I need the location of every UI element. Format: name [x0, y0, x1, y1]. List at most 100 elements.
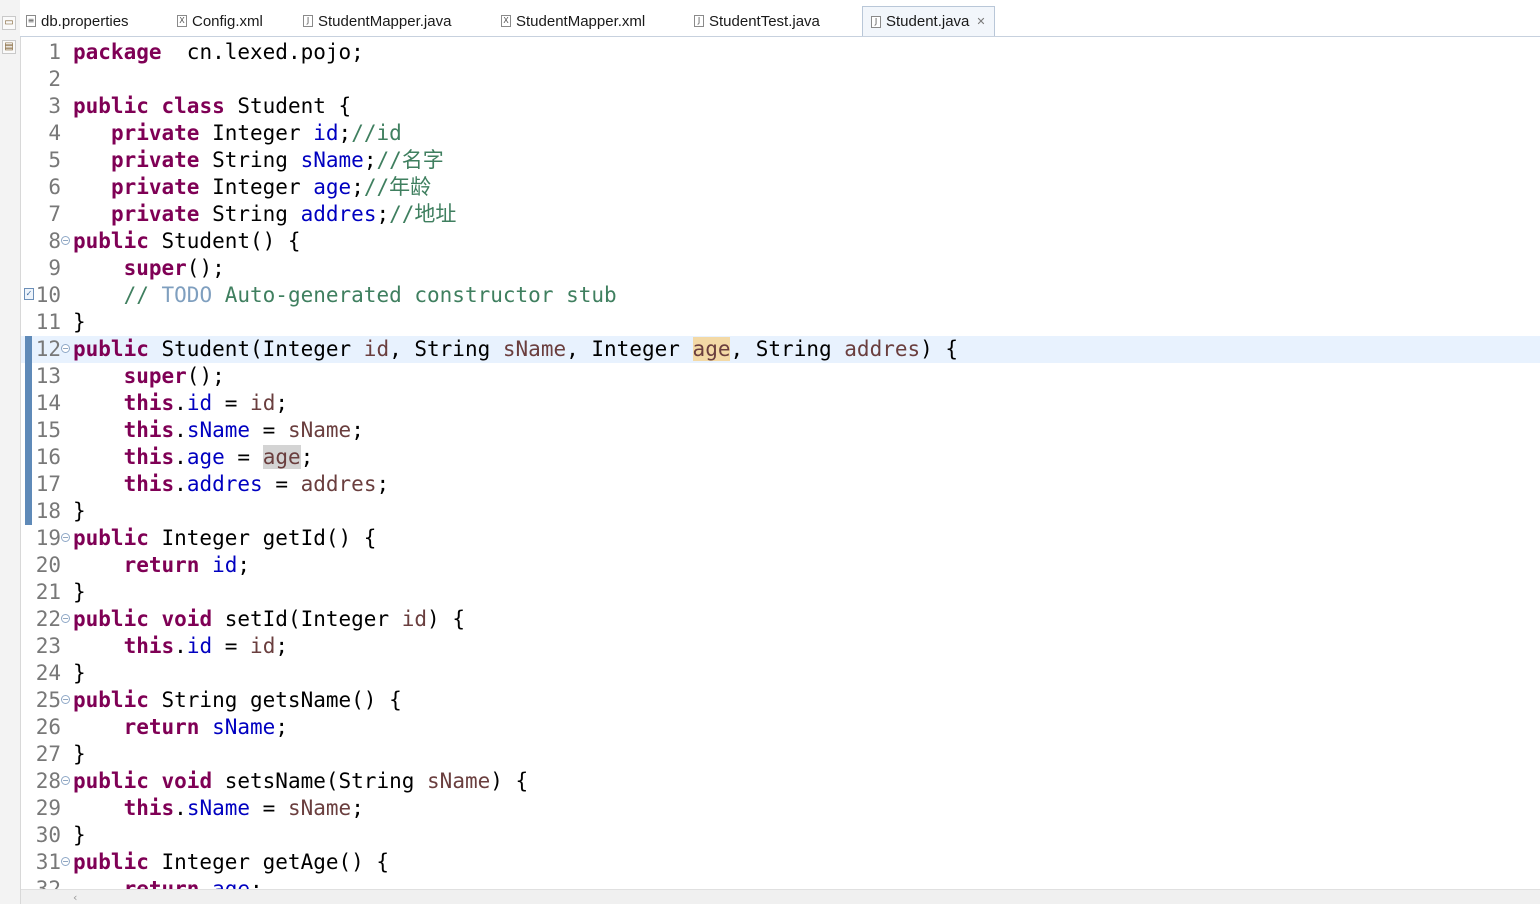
code-line[interactable]: 31− public Integer getAge() { — [21, 849, 1540, 876]
fold-toggle-icon[interactable]: − — [61, 857, 70, 866]
code-token: Auto-generated constructor stub — [212, 283, 617, 307]
code-line[interactable]: 2 — [21, 66, 1540, 93]
code-text: public void setsName(String sName) { — [73, 768, 528, 795]
code-token: sName — [186, 418, 251, 442]
code-text: public Student() { — [73, 228, 301, 255]
scroll-left-icon[interactable]: ‹ — [73, 891, 77, 904]
code-line[interactable]: 4 private Integer id;//id — [21, 120, 1540, 147]
horizontal-scrollbar[interactable]: ‹ — [21, 889, 1540, 904]
quick-diff-change-bar[interactable] — [25, 336, 32, 525]
code-token: ; — [237, 553, 251, 577]
code-line[interactable]: 11} — [21, 309, 1540, 336]
code-line[interactable]: 5 private String sName;//名字 — [21, 147, 1540, 174]
code-token: addres — [844, 337, 921, 361]
code-line[interactable]: 22− public void setId(Integer id) { — [21, 606, 1540, 633]
restore-icon[interactable]: ▭ — [2, 16, 16, 30]
fold-toggle-icon[interactable]: − — [61, 776, 70, 785]
code-token: , String — [730, 337, 845, 361]
fold-toggle-icon[interactable]: − — [61, 533, 70, 542]
code-line[interactable]: 6 private Integer age;//年龄 — [21, 174, 1540, 201]
code-token: this — [123, 418, 175, 442]
code-text: return id; — [73, 552, 250, 579]
fold-toggle-icon[interactable]: − — [61, 614, 70, 623]
properties-file-icon: ≡ — [26, 15, 36, 27]
task-marker-icon[interactable]: ✓ — [24, 288, 34, 300]
code-token: = — [224, 445, 263, 469]
code-token: String — [199, 202, 301, 226]
code-line[interactable]: 21} — [21, 579, 1540, 606]
code-line[interactable]: 19− public Integer getId() { — [21, 525, 1540, 552]
code-token: sName — [212, 715, 276, 739]
code-token: this — [123, 796, 175, 820]
code-token: ; — [275, 634, 288, 658]
code-text: this.id = id; — [73, 390, 288, 417]
code-line[interactable]: 28− public void setsName(String sName) { — [21, 768, 1540, 795]
code-text: } — [73, 660, 86, 687]
code-line[interactable]: 32 return age; — [21, 876, 1540, 890]
fold-toggle-icon[interactable]: − — [61, 695, 70, 704]
code-line[interactable]: 14 this.id = id; — [21, 390, 1540, 417]
code-line[interactable]: 25− public String getsName() { — [21, 687, 1540, 714]
code-token: TODO — [161, 283, 213, 307]
line-number: 30 — [35, 823, 61, 847]
line-number: 8 — [48, 229, 61, 253]
code-text: public Integer getAge() { — [73, 849, 389, 876]
code-line[interactable]: 1 package cn.lexed.pojo; — [21, 39, 1540, 66]
code-token: sName — [300, 148, 364, 172]
code-line[interactable]: 18} — [21, 498, 1540, 525]
line-number: 28 — [35, 769, 61, 793]
code-token: id — [401, 607, 428, 631]
code-token: sName — [186, 796, 251, 820]
code-line[interactable]: 9 super(); — [21, 255, 1540, 282]
code-token: addres — [300, 472, 377, 496]
tab-config-xml[interactable]: X Config.xml — [177, 7, 263, 35]
tab-studentmapper-xml[interactable]: X StudentMapper.xml — [501, 7, 645, 35]
code-line[interactable]: 23 this.id = id; — [21, 633, 1540, 660]
code-token: Student { — [224, 94, 352, 118]
code-line[interactable]: 13 super(); — [21, 363, 1540, 390]
code-token: public — [73, 94, 149, 118]
code-token: sName — [287, 796, 352, 820]
close-tab-icon[interactable]: ✕ — [976, 15, 985, 28]
code-editor[interactable]: 1 package cn.lexed.pojo; 2 3 public class St… — [21, 37, 1540, 890]
fold-toggle-icon[interactable]: − — [61, 236, 70, 245]
java-file-icon: J — [303, 15, 313, 27]
code-text: } — [73, 741, 86, 768]
tab-studentmapper-java[interactable]: J StudentMapper.java — [303, 7, 451, 35]
code-line[interactable]: 8− public Student() { — [21, 228, 1540, 255]
tab-label: StudentMapper.java — [318, 12, 452, 30]
code-token: . — [174, 391, 187, 415]
code-token: = — [212, 634, 251, 658]
code-token: this — [123, 472, 175, 496]
code-line[interactable]: 3 public class Student { — [21, 93, 1540, 120]
code-line[interactable]: 26 return sName; — [21, 714, 1540, 741]
tab-student-java[interactable]: J Student.java ✕ — [862, 6, 995, 36]
code-token: setId(Integer — [212, 607, 402, 631]
code-line[interactable]: 27} — [21, 741, 1540, 768]
code-token: , String — [389, 337, 503, 361]
tab-label: StudentMapper.xml — [516, 12, 646, 30]
tab-db-properties[interactable]: ≡ db.properties — [26, 7, 129, 35]
tab-studenttest-java[interactable]: J StudentTest.java — [694, 7, 820, 35]
code-text: this.sName = sName; — [73, 417, 364, 444]
code-line[interactable]: 15 this.sName = sName; — [21, 417, 1540, 444]
code-line[interactable]: 7 private String addres;//地址 — [21, 201, 1540, 228]
fold-toggle-icon[interactable]: − — [61, 344, 70, 353]
package-explorer-icon[interactable]: ▤ — [2, 40, 16, 54]
code-line[interactable]: 24} — [21, 660, 1540, 687]
code-line[interactable]: 20 return id; — [21, 552, 1540, 579]
code-token: this — [123, 391, 175, 415]
xml-file-icon: X — [501, 15, 511, 27]
code-text: public class Student { — [73, 93, 351, 120]
code-token: ; — [351, 796, 364, 820]
code-line[interactable]: 17 this.addres = addres; — [21, 471, 1540, 498]
code-text: private Integer id;//id — [73, 120, 402, 147]
current-code-line[interactable]: 12− public Student(Integer id, String sNa… — [21, 336, 1540, 363]
code-line[interactable]: 10 // TODO Auto-generated constructor st… — [21, 282, 1540, 309]
code-line[interactable]: 16 this.age = age; — [21, 444, 1540, 471]
code-line[interactable]: 30} — [21, 822, 1540, 849]
code-line[interactable]: 29 this.sName = sName; — [21, 795, 1540, 822]
